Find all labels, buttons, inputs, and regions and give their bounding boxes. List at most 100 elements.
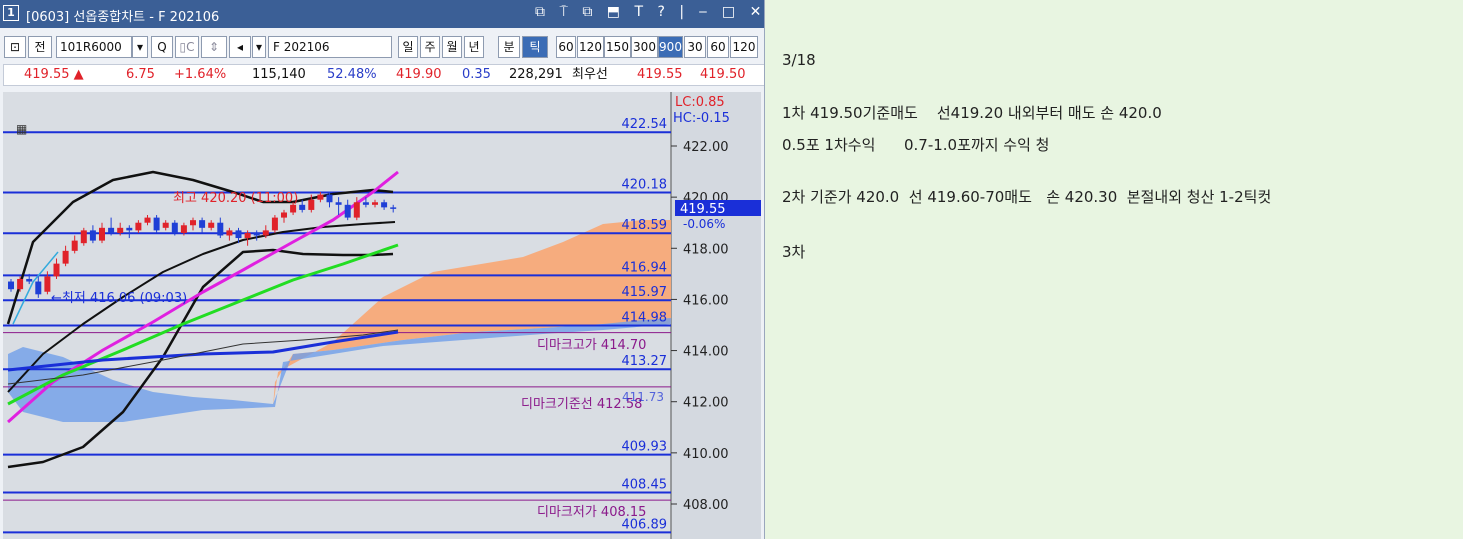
candle-body: [381, 202, 388, 208]
level-label: 409.93: [622, 440, 668, 455]
pin-icon[interactable]: ⍑: [559, 4, 570, 20]
high-label: 최고 420.20 (11:00): [173, 191, 298, 206]
separator: |: [679, 4, 688, 20]
period-month[interactable]: 월: [442, 36, 462, 58]
candle-body: [262, 230, 269, 236]
close-icon[interactable]: ✕: [750, 4, 764, 20]
chevron-down-icon[interactable]: ▾: [132, 36, 148, 58]
interval-120[interactable]: 120: [577, 36, 604, 58]
minimize-icon[interactable]: ‒: [699, 4, 711, 20]
candle-body: [180, 225, 187, 233]
copy-icon[interactable]: ⧉: [582, 4, 595, 20]
interval-300[interactable]: 300: [631, 36, 658, 58]
toolbar-btn-all[interactable]: 전: [28, 36, 52, 58]
candle-body: [44, 276, 51, 292]
note-line-4: 3차: [782, 243, 806, 261]
font-icon[interactable]: T: [634, 4, 646, 20]
candle-body: [299, 204, 306, 210]
demark-low-label: 디마크저가 408.15: [537, 505, 646, 520]
candle-body: [244, 232, 251, 239]
candle-body: [235, 230, 242, 239]
candle-body: [126, 227, 133, 231]
link-icon[interactable]: ⧉: [535, 4, 548, 20]
candle-body: [308, 199, 315, 210]
volume-percent: 52.48%: [327, 67, 377, 82]
interval-60[interactable]: 60: [556, 36, 576, 58]
layout-icon[interactable]: ⊡: [4, 36, 26, 58]
candle-body: [108, 227, 115, 233]
code-input[interactable]: 101R6000: [56, 36, 132, 58]
candle-body: [362, 202, 369, 205]
window-controls: ⧉ ⍑ ⧉ ⬒ T ? | ‒ □ ✕: [535, 4, 764, 20]
candle-body: [335, 202, 342, 205]
current-price: 419.55: [680, 202, 726, 217]
candle-body: [199, 220, 206, 228]
candle-body: [217, 222, 224, 236]
notes-panel[interactable]: 3/18 1차 419.50기준매도 선419.20 내외부터 매도 손 420…: [782, 0, 1462, 539]
y-tick-label: 410.00: [683, 447, 729, 462]
quote-bar: 419.55 ▲ 6.75 +1.64% 115,140 52.48% 419.…: [3, 64, 764, 86]
candle-body: [162, 222, 169, 228]
maximize-icon[interactable]: □: [722, 4, 738, 20]
level-label: 418.59: [622, 218, 668, 233]
volume: 115,140: [252, 67, 306, 82]
level-label: 420.18: [622, 178, 668, 193]
level-label: 415.97: [622, 285, 668, 300]
level-label: 413.27: [622, 354, 668, 369]
candle-body: [326, 194, 333, 203]
note-line-3: 2차 기준가 420.0 선 419.60-70매도 손 420.30 본절내외…: [782, 188, 1272, 206]
period-minute[interactable]: 분: [498, 36, 520, 58]
speaker-icon[interactable]: ◂: [229, 36, 251, 58]
y-tick-label: 414.00: [683, 345, 729, 360]
level-label: 414.98: [622, 311, 668, 326]
quote-value-2: 419.90: [396, 67, 442, 82]
interval-150[interactable]: 150: [604, 36, 631, 58]
candle-body: [26, 278, 33, 282]
level-label: 422.54: [622, 117, 668, 132]
candle-body: [171, 222, 178, 233]
candle-body: [144, 217, 151, 223]
chart-toolbar: ⊡ 전 101R6000 ▾ Q ▯C ⇕ ◂ ▾ F 202106 일 주 월…: [0, 34, 764, 60]
candle-body: [89, 230, 96, 241]
price-change: 6.75: [126, 67, 155, 82]
candle-body: [53, 263, 60, 277]
candle-body: [226, 230, 233, 236]
quote-value-4: 228,291: [509, 67, 563, 82]
chart-svg[interactable]: 422.54 420.18 418.59 416.94 415.97 414.98 413.…: [3, 92, 761, 539]
window-title: [0603] 선옵종합차트 - F 202106: [26, 10, 220, 25]
search-icon[interactable]: Q: [151, 36, 173, 58]
lc-label: LC:0.85: [675, 95, 725, 110]
hc-label: HC:-0.15: [673, 111, 730, 126]
chevron-down-icon[interactable]: ▾: [252, 36, 266, 58]
period-tick[interactable]: 틱: [522, 36, 548, 58]
grid-icon[interactable]: ▦: [16, 122, 27, 136]
interval-900[interactable]: 900: [658, 36, 683, 58]
window-titlebar[interactable]: 1 [0603] 선옵종합차트 - F 202106 ⧉ ⍑ ⧉ ⬒ T ? |…: [0, 0, 764, 28]
interval-120b[interactable]: 120: [730, 36, 758, 58]
print-icon[interactable]: ⬒: [607, 4, 623, 20]
chart-window: 1 [0603] 선옵종합차트 - F 202106 ⧉ ⍑ ⧉ ⬒ T ? |…: [0, 0, 765, 539]
spin-icon[interactable]: ⇕: [201, 36, 227, 58]
level-label: 408.45: [622, 477, 668, 492]
ask-price: 419.50: [700, 67, 746, 82]
help-icon[interactable]: ?: [657, 4, 667, 20]
price-chart[interactable]: 422.54 420.18 418.59 416.94 415.97 414.98 413.…: [3, 92, 761, 539]
candle-body: [372, 202, 378, 205]
note-line-1: 1차 419.50기준매도 선419.20 내외부터 매도 손 420.0: [782, 104, 1162, 122]
period-year[interactable]: 년: [464, 36, 484, 58]
candle-body: [344, 204, 351, 218]
y-tick-label: 422.00: [683, 140, 729, 155]
compare-icon[interactable]: ▯C: [175, 36, 199, 58]
interval-60b[interactable]: 60: [707, 36, 729, 58]
symbol-input[interactable]: F 202106: [268, 36, 392, 58]
current-pct: -0.06%: [683, 217, 725, 231]
best-quote-label: 최우선: [572, 67, 608, 82]
interval-30[interactable]: 30: [684, 36, 706, 58]
period-day[interactable]: 일: [398, 36, 418, 58]
period-week[interactable]: 주: [420, 36, 440, 58]
demark-high-label: 디마크고가 414.70: [537, 338, 646, 353]
y-tick-label: 412.00: [683, 396, 729, 411]
candle-body: [253, 232, 260, 236]
candle-body: [117, 227, 124, 233]
candle-body: [17, 278, 24, 290]
